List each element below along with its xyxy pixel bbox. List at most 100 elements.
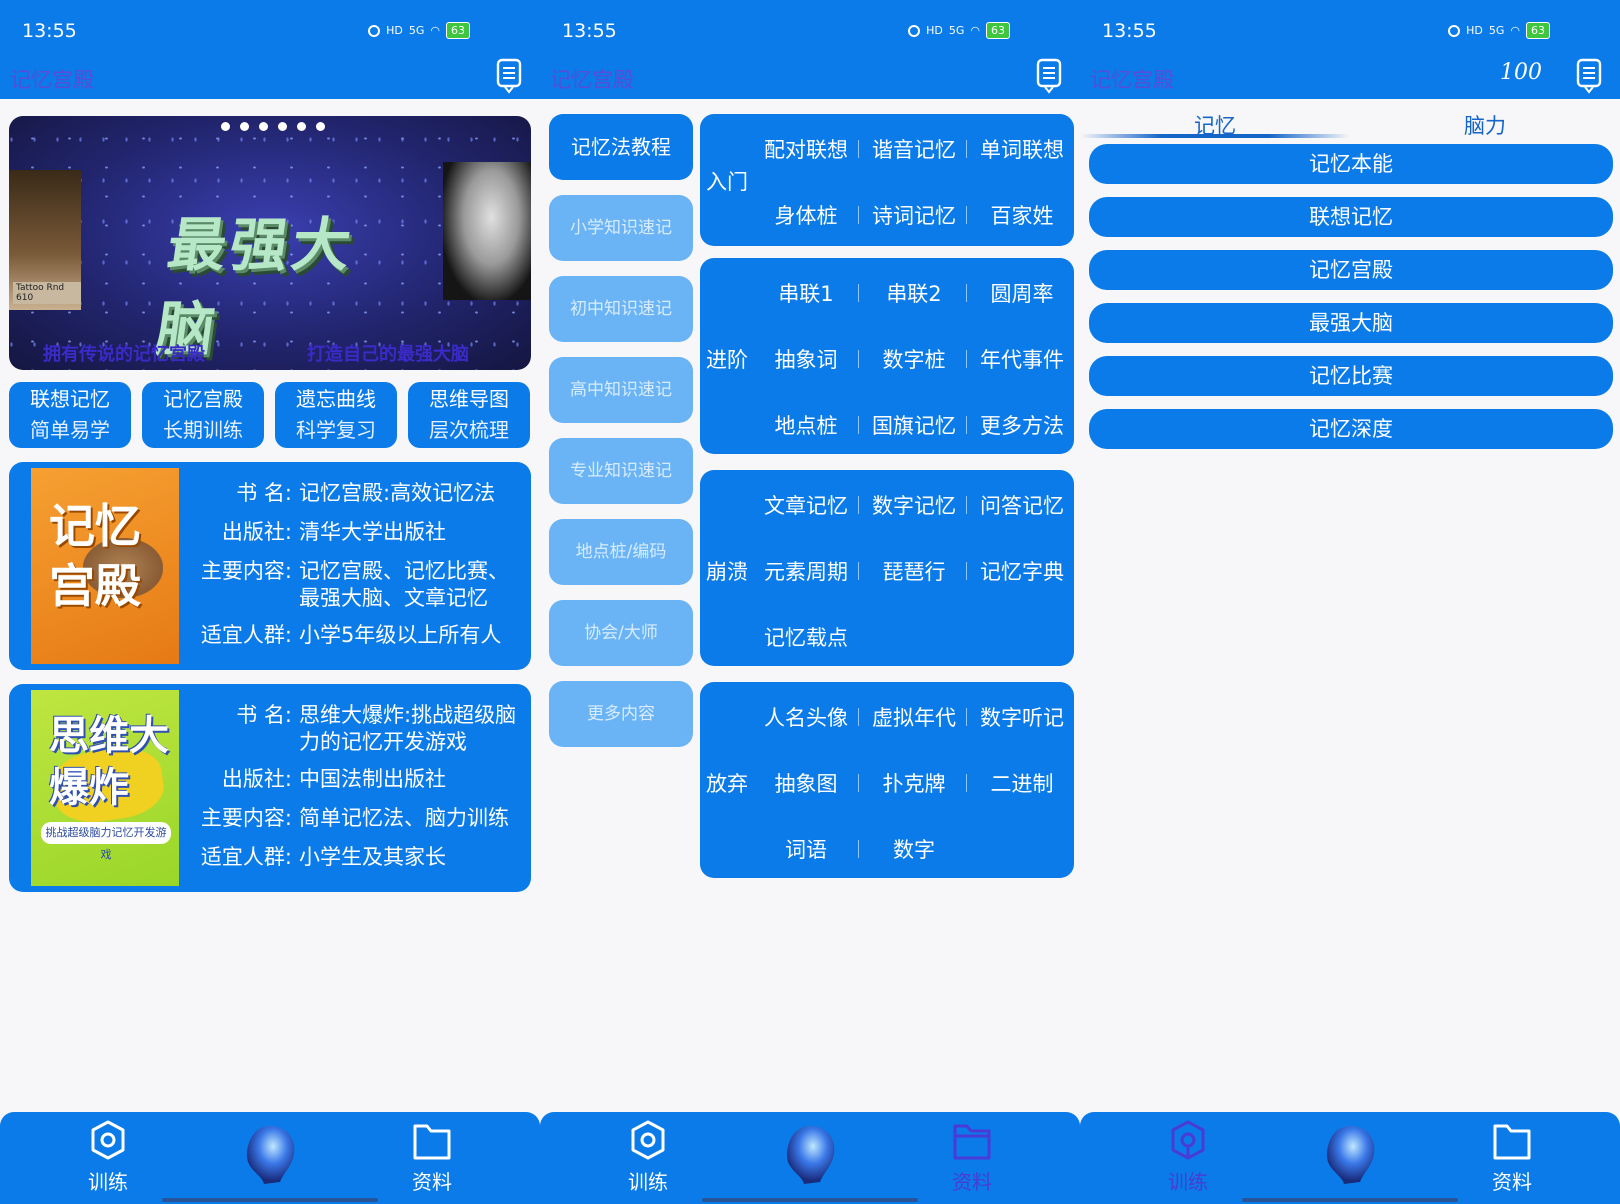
level-label: 放弃 bbox=[706, 772, 748, 796]
nav-materials[interactable]: 资料 bbox=[392, 1118, 472, 1195]
home-indicator bbox=[702, 1198, 918, 1202]
battery-icon: 63 bbox=[446, 22, 470, 39]
method-item[interactable]: 百家姓 bbox=[972, 200, 1072, 230]
method-item[interactable]: 数字 bbox=[864, 834, 964, 864]
side-menu-location-peg[interactable]: 地点桩/编码 bbox=[549, 519, 693, 585]
book-content: 记忆宫殿、记忆比赛、最强大脑、文章记忆 bbox=[299, 559, 509, 610]
bottom-nav: 训练 资料 bbox=[0, 1112, 540, 1204]
button-association-memory[interactable]: 联想记忆 bbox=[1089, 197, 1613, 237]
brain-head-icon[interactable] bbox=[780, 1122, 840, 1188]
method-item[interactable]: 国旗记忆 bbox=[864, 410, 964, 440]
method-item[interactable]: 串联1 bbox=[756, 278, 856, 308]
feature-title: 遗忘曲线 bbox=[296, 387, 376, 411]
feature-subtitle: 长期训练 bbox=[163, 418, 243, 442]
method-item[interactable]: 记忆字典 bbox=[972, 556, 1072, 586]
feature-subtitle: 简单易学 bbox=[30, 418, 110, 442]
method-item[interactable]: 地点桩 bbox=[756, 410, 856, 440]
side-menu-junior[interactable]: 初中知识速记 bbox=[549, 276, 693, 342]
method-item[interactable]: 串联2 bbox=[864, 278, 964, 308]
battery-icon: 63 bbox=[1526, 22, 1550, 39]
method-item[interactable]: 词语 bbox=[756, 834, 856, 864]
button-memory-depth[interactable]: 记忆深度 bbox=[1089, 409, 1613, 449]
button-memory-palace[interactable]: 记忆宫殿 bbox=[1089, 250, 1613, 290]
banner-caption-right: 打造自己的最强大脑 bbox=[307, 344, 469, 365]
method-item[interactable]: 圆周率 bbox=[972, 278, 1072, 308]
method-item[interactable]: 问答记忆 bbox=[972, 490, 1072, 520]
method-item[interactable]: 琵琶行 bbox=[864, 556, 964, 586]
nav-materials-label: 资料 bbox=[1492, 1170, 1532, 1194]
method-item[interactable]: 年代事件 bbox=[972, 344, 1072, 374]
method-item[interactable]: 配对联想 bbox=[756, 134, 856, 164]
method-item[interactable]: 扑克牌 bbox=[864, 768, 964, 798]
hd-icon: HD bbox=[1466, 24, 1483, 37]
label-content: 主要内容: bbox=[200, 559, 292, 583]
app-title: 记忆宫殿 bbox=[550, 68, 634, 92]
method-item[interactable]: 人名头像 bbox=[756, 702, 856, 732]
tab-bar: 记忆 脑力 bbox=[1080, 108, 1620, 138]
side-menu-association[interactable]: 协会/大师 bbox=[549, 600, 693, 666]
battery-icon: 63 bbox=[986, 22, 1010, 39]
notes-menu-icon[interactable] bbox=[496, 58, 522, 94]
side-menu-senior[interactable]: 高中知识速记 bbox=[549, 357, 693, 423]
divider bbox=[858, 416, 859, 434]
feature-forgetting-curve[interactable]: 遗忘曲线 科学复习 bbox=[275, 382, 397, 448]
label-name: 书 名: bbox=[236, 481, 292, 505]
carousel-dots[interactable] bbox=[221, 122, 325, 131]
feature-memory-palace[interactable]: 记忆宫殿 长期训练 bbox=[142, 382, 264, 448]
side-menu-tutorial[interactable]: 记忆法教程 bbox=[549, 114, 693, 180]
screen-training: 13:55 HD 5G ◠ 63 记忆宫殿 100 记忆 脑力 记忆本能 联想记… bbox=[1080, 0, 1620, 1204]
side-menu-professional[interactable]: 专业知识速记 bbox=[549, 438, 693, 504]
status-icons: HD 5G ◠ 63 bbox=[908, 22, 1010, 39]
signal-icon: 5G bbox=[408, 24, 425, 37]
method-item[interactable]: 诗词记忆 bbox=[864, 200, 964, 230]
notes-menu-icon[interactable] bbox=[1036, 58, 1062, 94]
book-publisher: 中国法制出版社 bbox=[299, 767, 446, 791]
tab-brainpower[interactable]: 脑力 bbox=[1464, 110, 1506, 140]
method-item[interactable]: 虚拟年代 bbox=[864, 702, 964, 732]
feature-association[interactable]: 联想记忆 简单易学 bbox=[9, 382, 131, 448]
nav-train[interactable]: 训练 bbox=[68, 1118, 148, 1195]
nav-train[interactable]: 训练 bbox=[608, 1118, 688, 1195]
method-item[interactable]: 数字桩 bbox=[864, 344, 964, 374]
brain-head-icon[interactable] bbox=[1320, 1122, 1380, 1188]
divider bbox=[858, 708, 859, 726]
method-item[interactable]: 单词联想 bbox=[972, 134, 1072, 164]
wifi-icon: ◠ bbox=[430, 24, 440, 37]
wifi-icon: ◠ bbox=[970, 24, 980, 37]
book-card[interactable]: 记忆宫殿 书 名: 记忆宫殿:高效记忆法 出版社: 清华大学出版社 主要内容: … bbox=[9, 462, 531, 670]
method-item[interactable]: 文章记忆 bbox=[756, 490, 856, 520]
method-item[interactable]: 数字记忆 bbox=[864, 490, 964, 520]
feature-mind-map[interactable]: 思维导图 层次梳理 bbox=[408, 382, 530, 448]
nav-train-label: 训练 bbox=[1168, 1170, 1208, 1194]
home-indicator bbox=[1242, 1198, 1458, 1202]
screen-materials: 13:55 HD 5G ◠ 63 记忆宫殿 记忆法教程 小学知识速记 初中知识速… bbox=[540, 0, 1080, 1204]
feature-subtitle: 层次梳理 bbox=[429, 418, 509, 442]
button-strongest-brain[interactable]: 最强大脑 bbox=[1089, 303, 1613, 343]
method-item[interactable]: 元素周期 bbox=[756, 556, 856, 586]
book-card[interactable]: 思维大爆炸 挑战超级脑力记忆开发游戏 书 名: 思维大爆炸:挑战超级脑力的记忆开… bbox=[9, 684, 531, 892]
side-menu-more[interactable]: 更多内容 bbox=[549, 681, 693, 747]
method-item[interactable]: 身体桩 bbox=[756, 200, 856, 230]
divider bbox=[966, 284, 967, 302]
hundred-badge-icon[interactable]: 100 bbox=[1500, 60, 1542, 85]
nav-materials[interactable]: 资料 bbox=[932, 1118, 1012, 1195]
brain-head-icon[interactable] bbox=[240, 1122, 300, 1188]
method-item[interactable]: 抽象词 bbox=[756, 344, 856, 374]
notes-menu-icon[interactable] bbox=[1576, 58, 1602, 94]
nav-train[interactable]: 训练 bbox=[1148, 1118, 1228, 1195]
side-menu-primary[interactable]: 小学知识速记 bbox=[549, 195, 693, 261]
button-memory-contest[interactable]: 记忆比赛 bbox=[1089, 356, 1613, 396]
button-memory-instinct[interactable]: 记忆本能 bbox=[1089, 144, 1613, 184]
method-item[interactable]: 数字听记 bbox=[972, 702, 1072, 732]
method-item[interactable]: 谐音记忆 bbox=[864, 134, 964, 164]
cover-band: 挑战超级脑力记忆开发游戏 bbox=[41, 822, 171, 861]
method-item[interactable]: 记忆载点 bbox=[756, 622, 856, 652]
promo-banner[interactable]: Tattoo Rnd 610 最强大脑 拥有传说的记忆宫殿 打造自己的最强大脑 bbox=[9, 116, 531, 370]
book-content: 简单记忆法、脑力训练 bbox=[299, 806, 509, 830]
method-item[interactable]: 二进制 bbox=[972, 768, 1072, 798]
method-item[interactable]: 更多方法 bbox=[972, 410, 1072, 440]
divider bbox=[966, 496, 967, 514]
label-publisher: 出版社: bbox=[221, 520, 292, 544]
method-item[interactable]: 抽象图 bbox=[756, 768, 856, 798]
nav-materials[interactable]: 资料 bbox=[1472, 1118, 1552, 1195]
